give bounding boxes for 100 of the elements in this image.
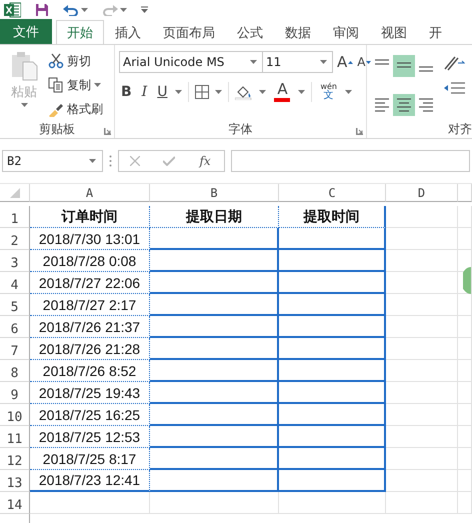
caret-icon[interactable] — [81, 8, 88, 12]
table-cell: 2018/7/28 0:08 — [30, 250, 150, 272]
table-cell: 2018/7/23 12:41 — [30, 470, 150, 492]
caret-icon[interactable] — [259, 90, 266, 94]
ribbon-tab[interactable]: 视图 — [370, 20, 418, 44]
row-header[interactable]: 2 — [0, 228, 30, 250]
row-header[interactable]: 6 — [0, 316, 30, 338]
ribbon-tab[interactable]: 数据 — [274, 20, 322, 44]
row-header[interactable]: 11 — [0, 426, 30, 448]
table-cell — [386, 294, 458, 316]
table-cell — [458, 470, 472, 492]
copy-button[interactable]: 复制 — [48, 75, 103, 95]
group-label: 剪贴板 — [39, 120, 75, 138]
table-cell: 2018/7/25 8:17 — [30, 448, 150, 470]
table-cell — [458, 228, 472, 250]
group-label: 对齐 — [448, 120, 472, 138]
customize-toolbar-icon[interactable] — [141, 6, 148, 13]
ribbon-tab[interactable]: 公式 — [226, 20, 274, 44]
table-cell: 2018/7/25 19:43 — [30, 382, 150, 404]
insert-function-button[interactable]: fx — [197, 150, 213, 172]
font-color-button[interactable]: A — [272, 81, 292, 103]
column-header[interactable]: B — [150, 184, 279, 202]
grow-font-button[interactable]: A — [337, 51, 354, 73]
row-header[interactable]: 10 — [0, 404, 30, 426]
row-header[interactable]: 12 — [0, 448, 30, 470]
brush-icon — [48, 101, 64, 117]
decrease-indent-icon[interactable] — [443, 81, 465, 95]
table-cell: 2018/7/27 2:17 — [30, 294, 150, 316]
ribbon-tab[interactable]: 审阅 — [322, 20, 370, 44]
caret-icon[interactable] — [215, 90, 222, 94]
select-all-button[interactable] — [0, 184, 30, 202]
column-header[interactable]: D — [386, 184, 458, 202]
ribbon-tab[interactable]: 页面布局 — [152, 20, 226, 44]
clipboard-icon — [9, 51, 39, 81]
fill-bucket-icon[interactable] — [235, 84, 254, 100]
name-box[interactable]: B2 — [2, 150, 103, 172]
row-header[interactable]: 8 — [0, 360, 30, 382]
table-cell — [458, 206, 472, 228]
column-header[interactable]: A — [30, 184, 150, 202]
table-cell — [386, 228, 458, 250]
table-cell: 2018/7/30 13:01 — [30, 228, 150, 250]
table-cell — [386, 316, 458, 338]
column-header[interactable] — [458, 184, 472, 202]
dialog-launcher-icon[interactable] — [104, 128, 111, 135]
table-cell — [386, 382, 458, 404]
table-cell — [458, 316, 472, 338]
table-cell: 2018/7/26 21:28 — [30, 338, 150, 360]
undo-icon[interactable] — [63, 4, 79, 16]
ribbon-tab[interactable]: 开始 — [56, 20, 104, 44]
table-cell — [458, 338, 472, 360]
table-cell — [386, 360, 458, 382]
row-header[interactable]: 1 — [0, 206, 30, 228]
row-header[interactable]: 7 — [0, 338, 30, 360]
table-cell — [386, 338, 458, 360]
scissors-icon — [48, 53, 64, 69]
cut-button[interactable]: 剪切 — [48, 51, 103, 71]
row-header[interactable]: 14 — [0, 492, 30, 514]
ribbon-tab[interactable]: 开 — [418, 20, 453, 44]
select-all-icon — [10, 188, 20, 198]
table-cell — [458, 382, 472, 404]
table-cell — [458, 426, 472, 448]
row-header[interactable]: 3 — [0, 250, 30, 272]
caret-icon[interactable] — [175, 90, 182, 94]
format-painter-button[interactable]: 格式刷 — [48, 99, 103, 119]
table-cell — [386, 404, 458, 426]
underline-button[interactable]: U — [155, 81, 170, 103]
copy-icon — [48, 77, 64, 93]
table-cell — [386, 492, 458, 514]
caret-icon — [348, 60, 354, 64]
bold-button[interactable]: B — [119, 81, 134, 103]
phonetic-guide-button[interactable]: wén 文 — [318, 81, 339, 103]
row-header[interactable]: 4 — [0, 272, 30, 294]
column-header[interactable]: C — [279, 184, 386, 202]
caret-icon[interactable] — [94, 83, 101, 87]
table-cell: 2018/7/26 21:37 — [30, 316, 150, 338]
table-cell: 2018/7/25 12:53 — [30, 426, 150, 448]
dialog-launcher-icon[interactable] — [356, 128, 363, 135]
table-cell — [386, 426, 458, 448]
table-cell: 提取日期 — [150, 206, 279, 228]
group-label: 字体 — [228, 120, 252, 138]
shrink-font-button[interactable]: A — [357, 51, 372, 73]
borders-icon[interactable] — [195, 85, 210, 99]
save-icon[interactable] — [35, 2, 49, 16]
formula-field[interactable] — [231, 150, 470, 172]
table-cell: 提取时间 — [279, 206, 386, 228]
check-icon[interactable] — [162, 156, 175, 166]
file-tab[interactable]: 文件 — [0, 19, 52, 44]
table-cell — [386, 448, 458, 470]
row-header[interactable]: 13 — [0, 470, 30, 492]
caret-icon[interactable] — [298, 90, 306, 94]
caret-icon[interactable] — [120, 8, 127, 12]
row-header[interactable]: 9 — [0, 382, 30, 404]
table-cell — [386, 470, 458, 492]
row-header[interactable]: 5 — [0, 294, 30, 316]
caret-icon[interactable] — [345, 90, 352, 94]
table-cell — [458, 404, 472, 426]
italic-button[interactable]: I — [140, 81, 150, 103]
table-cell: 2018/7/27 22:06 — [30, 272, 150, 294]
ribbon-tab[interactable]: 插入 — [104, 20, 152, 44]
drag-handle-icon[interactable] — [109, 155, 112, 167]
